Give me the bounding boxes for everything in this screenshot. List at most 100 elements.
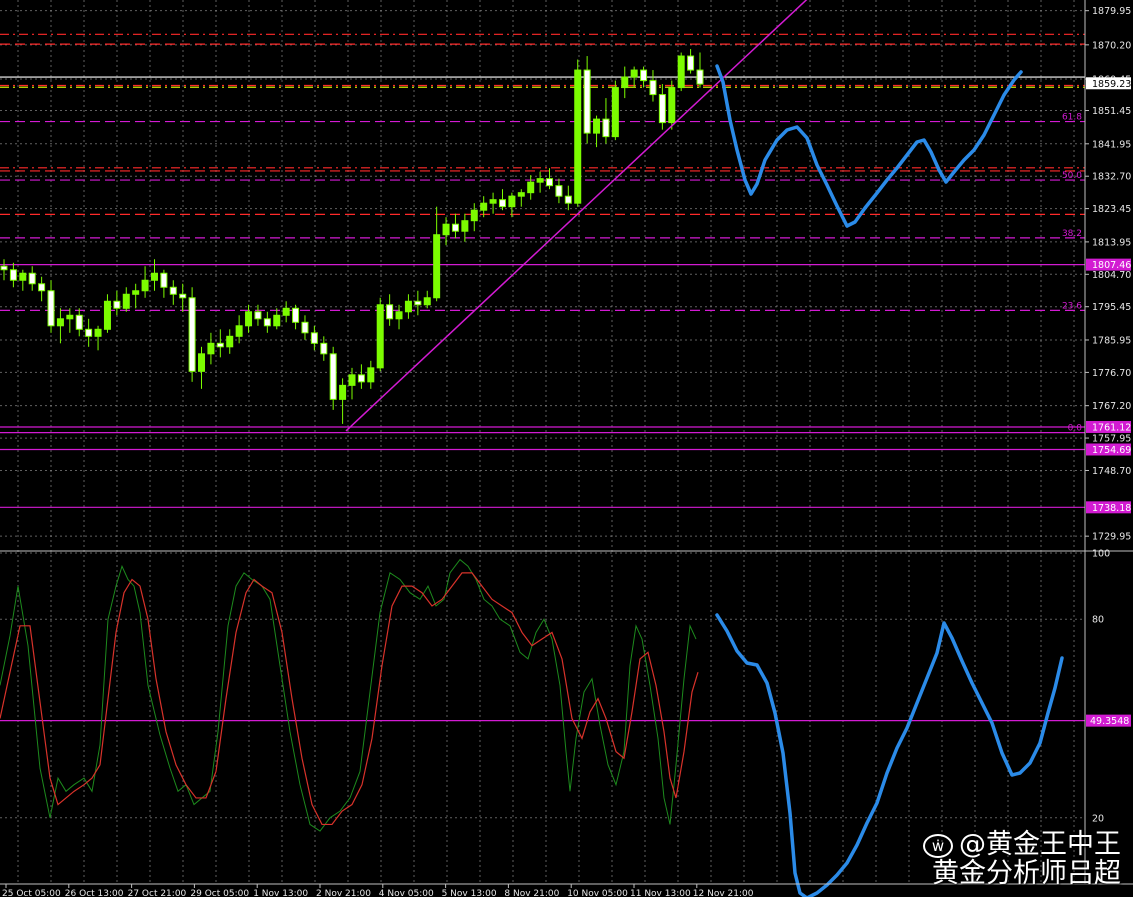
candle-body xyxy=(687,55,695,71)
price-tick-label: 1832.70 xyxy=(1092,172,1131,183)
price-tick-label: 1785.95 xyxy=(1092,335,1131,346)
candle-body xyxy=(216,342,224,348)
candle-body xyxy=(47,290,55,327)
candle-body xyxy=(198,353,206,372)
fib-label: 50.0 xyxy=(1062,171,1082,181)
candle-body xyxy=(414,300,422,306)
price-tick-label: 1813.95 xyxy=(1092,237,1131,248)
candle-body xyxy=(28,272,36,285)
candle-body xyxy=(546,178,554,187)
candle-body xyxy=(640,69,648,82)
time-tick-label: 4 Nov 05:00 xyxy=(379,889,434,897)
candle-body xyxy=(188,297,196,372)
candle-body xyxy=(141,279,149,292)
price-tick-label: 1879.95 xyxy=(1092,6,1131,17)
price-chart: 61.850.038.223.60.0 1879.951870.201860.4… xyxy=(0,0,1133,897)
candle-body xyxy=(649,80,657,96)
candle-body xyxy=(461,220,469,232)
candle-body xyxy=(9,269,17,281)
candle-body xyxy=(75,314,83,330)
time-tick-label: 8 Nov 21:00 xyxy=(504,889,559,897)
candle-body xyxy=(564,195,572,204)
candle-body xyxy=(583,69,591,134)
candle-body xyxy=(226,335,234,348)
time-tick-label: 29 Oct 05:00 xyxy=(190,889,249,897)
price-tick-label: 1841.95 xyxy=(1092,139,1131,150)
fib-label: 38.2 xyxy=(1062,229,1082,239)
fib-label: 23.6 xyxy=(1062,301,1082,311)
candle-body xyxy=(103,300,111,330)
price-tick-label: 1729.95 xyxy=(1092,532,1131,543)
stoch-tick-label: 80 xyxy=(1092,615,1104,626)
watermark-line1: @黄金王中王 xyxy=(959,829,1121,860)
price-tick-label: 1823.45 xyxy=(1092,204,1131,215)
candle-body xyxy=(310,332,318,344)
time-tick-label: 11 Nov 13:00 xyxy=(630,889,691,897)
candle-body xyxy=(56,318,64,327)
candle-body xyxy=(696,69,704,85)
candle-body xyxy=(150,272,158,281)
price-tick-label: 1804.70 xyxy=(1092,270,1131,281)
candle-body xyxy=(536,178,544,183)
current-price-label: 1859.23 xyxy=(1092,79,1131,90)
candle-body xyxy=(517,192,525,197)
level-label-text: 1754.69 xyxy=(1092,445,1131,456)
candle-body xyxy=(433,234,441,299)
candle-body xyxy=(508,195,516,208)
candle-body xyxy=(113,300,121,309)
price-tick-label: 1757.95 xyxy=(1092,434,1131,445)
time-tick-label: 12 Nov 21:00 xyxy=(693,889,754,897)
level-label-text: 1761.12 xyxy=(1092,422,1131,433)
candle-body xyxy=(94,328,102,337)
watermark-line2: 黄金分析师吕超 xyxy=(932,858,1121,889)
candle-body xyxy=(602,118,610,138)
candle-body xyxy=(527,181,535,194)
time-tick-label: 1 Nov 13:00 xyxy=(253,889,308,897)
candle-body xyxy=(677,55,685,89)
time-tick-label: 27 Oct 21:00 xyxy=(128,889,187,897)
candle-body xyxy=(320,342,328,355)
chart-background xyxy=(0,0,1133,897)
time-tick-label: 26 Oct 13:00 xyxy=(65,889,124,897)
stoch-tick-label: 100 xyxy=(1092,549,1110,560)
time-tick-label: 5 Nov 13:00 xyxy=(442,889,497,897)
candle-body xyxy=(423,297,431,306)
candle-body xyxy=(0,265,8,271)
candle-body xyxy=(376,304,384,369)
candle-body xyxy=(19,272,27,281)
candle-body xyxy=(329,353,337,400)
candle-body xyxy=(621,76,629,89)
level-label-text: 1738.18 xyxy=(1092,503,1131,514)
watermark: ẇ @黄金王中王 黄金分析师吕超 xyxy=(923,831,1121,887)
fib-label: 61.8 xyxy=(1062,113,1082,123)
candle-body xyxy=(395,311,403,320)
candle-body xyxy=(85,328,93,337)
candle-body xyxy=(367,367,375,383)
candle-body xyxy=(301,321,309,334)
price-tick-label: 1851.45 xyxy=(1092,106,1131,117)
candle-body xyxy=(480,202,488,211)
stoch-level-label: 49.3548 xyxy=(1090,716,1129,727)
candle-body xyxy=(489,199,497,204)
candle-body xyxy=(235,325,243,337)
candle-body xyxy=(282,307,290,316)
candle-body xyxy=(451,223,459,232)
candle-body xyxy=(122,293,130,309)
time-tick-label: 10 Nov 05:00 xyxy=(567,889,628,897)
candle-body xyxy=(555,185,563,197)
candle-body xyxy=(160,272,168,288)
level-label-text: 1807.46 xyxy=(1092,260,1131,271)
price-tick-label: 1748.70 xyxy=(1092,466,1131,477)
candle-body xyxy=(179,293,187,299)
candle-body xyxy=(574,69,582,204)
candle-body xyxy=(132,290,140,295)
candle-body xyxy=(630,69,638,78)
candle-body xyxy=(254,311,262,320)
candle-body xyxy=(404,300,412,313)
candle-body xyxy=(611,87,619,138)
candle-body xyxy=(66,314,74,320)
candle-body xyxy=(245,311,253,327)
candle-body xyxy=(386,304,394,320)
price-tick-label: 1767.20 xyxy=(1092,401,1131,412)
candle-body xyxy=(169,286,177,295)
